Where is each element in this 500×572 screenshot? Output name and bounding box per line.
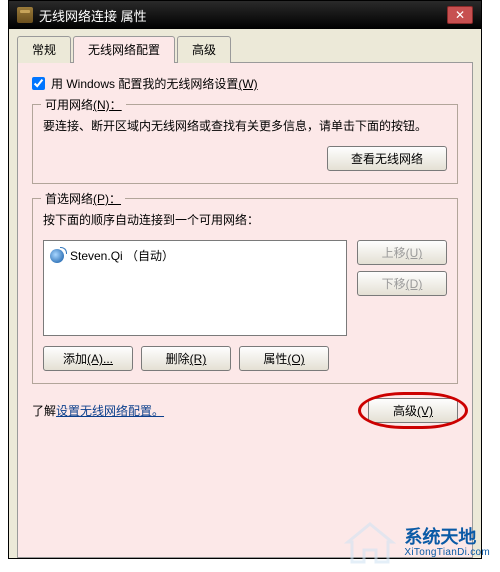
advanced-text: 高级: [393, 404, 417, 418]
learn-link[interactable]: 设置无线网络配置。: [56, 404, 164, 418]
highlight-ring: 高级(V): [368, 398, 458, 423]
checkbox-text: 用 Windows 配置我的无线网络设置: [51, 77, 238, 91]
advanced-button[interactable]: 高级(V): [368, 398, 458, 423]
watermark-text: 系统天地 XiTongTianDi.com: [404, 528, 490, 559]
learn-prefix: 了解: [32, 404, 56, 418]
move-up-text: 上移: [382, 246, 406, 260]
preferred-desc: 按下面的顺序自动连接到一个可用网络：: [43, 211, 447, 230]
use-windows-config-label: 用 Windows 配置我的无线网络设置(W): [51, 75, 258, 92]
tab-panel-wireless: 用 Windows 配置我的无线网络设置(W) 可用网络(N)： 要连接、断开区…: [17, 62, 473, 558]
add-text: 添加: [63, 352, 87, 366]
remove-accel: (R): [190, 352, 207, 366]
view-wireless-networks-button[interactable]: 查看无线网络: [327, 146, 447, 171]
preferred-networks-legend: 首选网络(P)：: [41, 190, 125, 207]
use-windows-config-checkbox[interactable]: [32, 77, 45, 90]
move-up-button[interactable]: 上移(U): [357, 240, 447, 265]
tab-strip: 常规 无线网络配置 高级: [9, 29, 481, 62]
available-legend-text: 可用网络: [45, 98, 93, 112]
move-down-accel: (D): [406, 277, 423, 291]
watermark-en: XiTongTianDi.com: [404, 547, 490, 558]
list-item[interactable]: Steven.Qi （自动）: [50, 247, 340, 264]
props-accel: (O): [287, 352, 304, 366]
props-text: 属性: [263, 352, 287, 366]
add-accel: (A)...: [87, 352, 113, 366]
advanced-accel: (V): [417, 404, 433, 418]
use-windows-config-row[interactable]: 用 Windows 配置我的无线网络设置(W): [32, 75, 458, 92]
tab-advanced[interactable]: 高级: [177, 36, 231, 63]
checkbox-accel: (W): [238, 77, 257, 91]
available-legend-accel: (N)：: [93, 98, 122, 112]
move-down-button[interactable]: 下移(D): [357, 271, 447, 296]
tab-general[interactable]: 常规: [17, 36, 71, 63]
app-icon: [17, 7, 33, 23]
close-button[interactable]: ✕: [447, 6, 473, 24]
move-up-accel: (U): [406, 246, 423, 260]
preferred-networks-list[interactable]: Steven.Qi （自动）: [43, 240, 347, 336]
titlebar[interactable]: 无线网络连接 属性 ✕: [9, 1, 481, 29]
available-networks-group: 可用网络(N)： 要连接、断开区域内无线网络或查找有关更多信息，请单击下面的按钮…: [32, 104, 458, 184]
list-item-label: Steven.Qi （自动）: [70, 247, 174, 264]
watermark: 系统天地 XiTongTianDi.com: [342, 520, 490, 566]
watermark-house-icon: [342, 520, 398, 566]
tab-wireless[interactable]: 无线网络配置: [73, 36, 175, 63]
dialog-window: 无线网络连接 属性 ✕ 常规 无线网络配置 高级 用 Windows 配置我的无…: [8, 0, 482, 559]
remove-text: 删除: [166, 352, 190, 366]
preferred-networks-group: 首选网络(P)： 按下面的顺序自动连接到一个可用网络： Steven.Qi （自…: [32, 198, 458, 384]
wifi-icon: [50, 249, 64, 263]
available-desc: 要连接、断开区域内无线网络或查找有关更多信息，请单击下面的按钮。: [43, 117, 447, 136]
properties-button[interactable]: 属性(O): [239, 346, 329, 371]
window-title: 无线网络连接 属性: [39, 6, 147, 25]
remove-button[interactable]: 删除(R): [141, 346, 231, 371]
preferred-legend-accel: (P)：: [93, 192, 121, 206]
footer-row: 了解设置无线网络配置。 高级(V): [32, 398, 458, 423]
available-networks-legend: 可用网络(N)：: [41, 96, 126, 113]
preferred-legend-text: 首选网络: [45, 192, 93, 206]
add-button[interactable]: 添加(A)...: [43, 346, 133, 371]
learn-text: 了解设置无线网络配置。: [32, 402, 164, 419]
move-down-text: 下移: [382, 277, 406, 291]
watermark-cn: 系统天地: [404, 528, 490, 548]
